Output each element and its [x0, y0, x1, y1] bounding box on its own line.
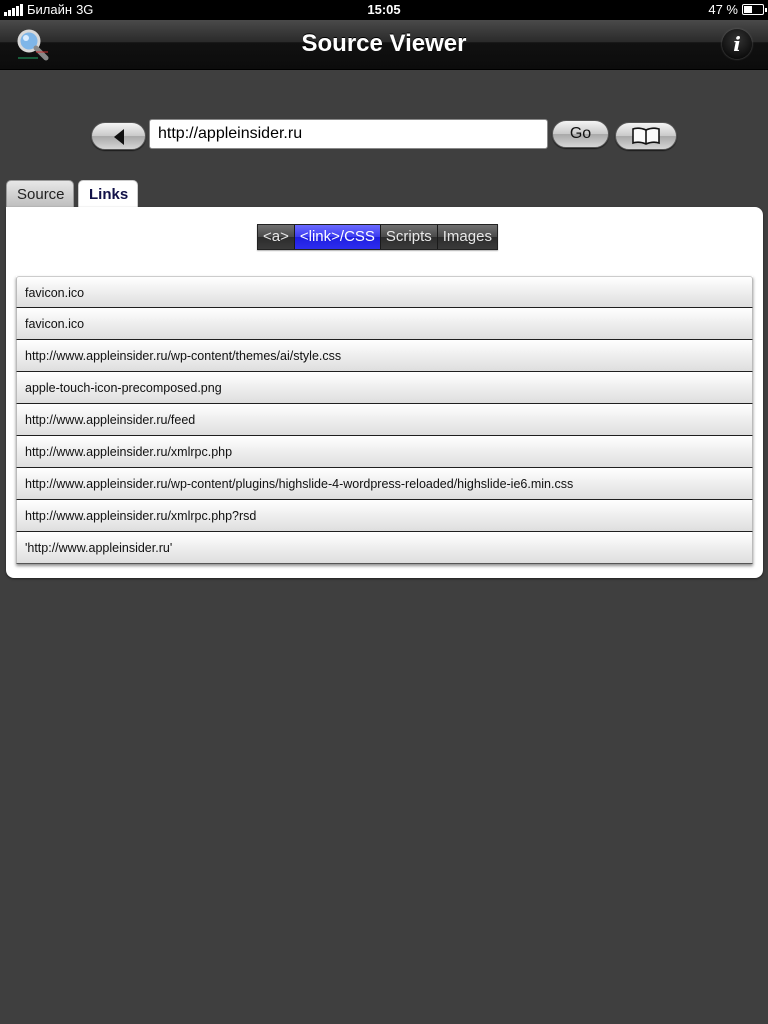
segment-scripts[interactable]: Scripts: [380, 225, 438, 249]
link-list: favicon.ico favicon.ico http://www.apple…: [16, 276, 753, 564]
open-book-icon: [632, 127, 660, 145]
link-row[interactable]: http://www.appleinsider.ru/wp-content/th…: [16, 340, 753, 372]
tab-source[interactable]: Source: [6, 180, 74, 208]
status-bar: Билайн 3G 15:05 47 %: [0, 0, 768, 20]
page-title: Source Viewer: [301, 30, 467, 57]
status-right: 47 %: [708, 2, 767, 17]
info-button[interactable]: i: [722, 29, 752, 59]
status-left: Билайн 3G: [4, 2, 93, 17]
battery-icon: [742, 4, 767, 15]
segment-anchor[interactable]: <a>: [258, 225, 295, 249]
link-row[interactable]: apple-touch-icon-precomposed.png: [16, 372, 753, 404]
signal-strength-icon: [4, 3, 23, 16]
back-button[interactable]: [91, 122, 146, 150]
url-input[interactable]: [149, 119, 548, 149]
segment-link-css[interactable]: <link>/CSS: [294, 225, 381, 249]
segment-images[interactable]: Images: [437, 225, 497, 249]
status-time: 15:05: [367, 2, 401, 17]
navigation-bar: Source Viewer i: [0, 20, 768, 70]
link-type-segmented-control: <a> <link>/CSS Scripts Images: [257, 224, 498, 250]
go-button[interactable]: Go: [552, 120, 609, 148]
tab-links[interactable]: Links: [78, 180, 138, 210]
link-row[interactable]: http://www.appleinsider.ru/wp-content/pl…: [16, 468, 753, 500]
network-type: 3G: [76, 2, 94, 17]
link-row[interactable]: http://www.appleinsider.ru/feed: [16, 404, 753, 436]
bookmarks-button[interactable]: [615, 122, 677, 150]
url-toolbar: Go: [0, 118, 768, 152]
link-row[interactable]: favicon.ico: [16, 308, 753, 340]
link-row[interactable]: http://www.appleinsider.ru/xmlrpc.php: [16, 436, 753, 468]
back-arrow-icon: [114, 129, 124, 145]
battery-percent: 47 %: [708, 2, 738, 17]
link-row[interactable]: favicon.ico: [16, 276, 753, 308]
link-row[interactable]: http://www.appleinsider.ru/xmlrpc.php?rs…: [16, 500, 753, 532]
link-row[interactable]: 'http://www.appleinsider.ru': [16, 532, 753, 564]
links-panel: <a> <link>/CSS Scripts Images favicon.ic…: [6, 207, 763, 578]
carrier-name: Билайн: [27, 2, 73, 17]
